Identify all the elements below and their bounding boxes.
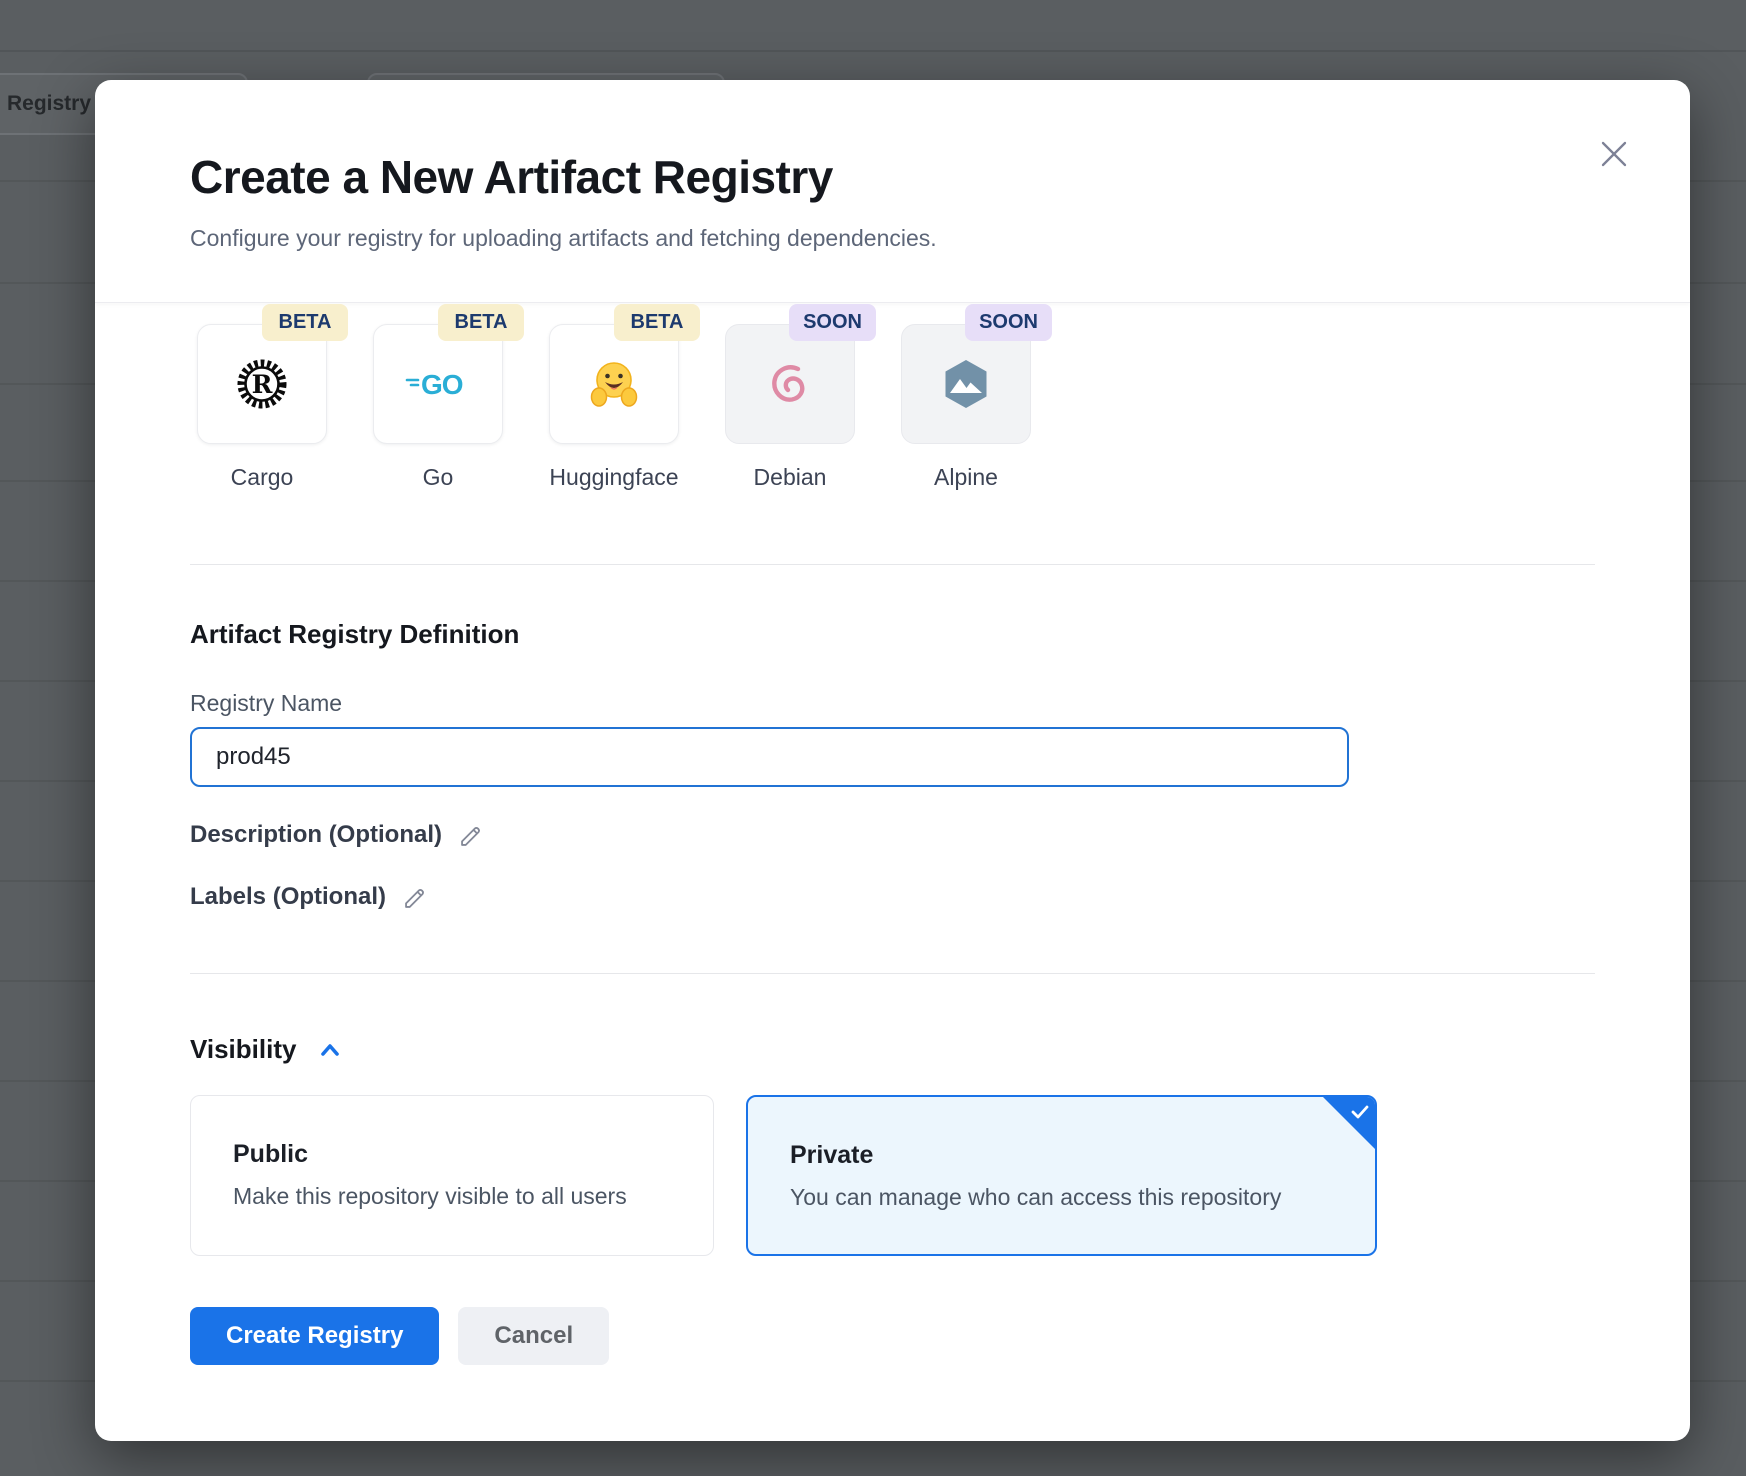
visibility-options: Public Make this repository visible to a…	[190, 1095, 1595, 1256]
background-topbar-divider	[0, 50, 1746, 52]
beta-badge: BETA	[438, 304, 524, 341]
definition-heading: Artifact Registry Definition	[190, 619, 1595, 650]
checkmark-icon	[1350, 1103, 1370, 1121]
labels-row: Labels (Optional)	[190, 881, 1595, 913]
alpine-card: SOON	[901, 324, 1031, 444]
type-label: Alpine	[901, 464, 1031, 491]
edit-description-button[interactable]	[458, 822, 485, 849]
registry-name-label: Registry Name	[190, 690, 1595, 717]
visibility-option-private[interactable]: Private You can manage who can access th…	[746, 1095, 1377, 1256]
section-divider	[190, 564, 1595, 565]
type-label: Cargo	[197, 464, 327, 491]
option-title: Private	[790, 1141, 1333, 1170]
registry-type-row: BETA R Cargo BETA	[197, 324, 1595, 491]
close-button[interactable]	[1594, 134, 1634, 174]
option-description: You can manage who can access this repos…	[790, 1184, 1333, 1211]
type-label: Debian	[725, 464, 855, 491]
visibility-heading-row: Visibility	[190, 1034, 1595, 1065]
collapse-visibility-button[interactable]	[318, 1040, 342, 1060]
svg-text:R: R	[252, 370, 273, 399]
alpine-logo-icon	[939, 357, 993, 411]
pencil-icon	[458, 822, 485, 849]
beta-badge: BETA	[262, 304, 348, 341]
cargo-card[interactable]: BETA R	[197, 324, 327, 444]
registry-type-go: BETA GO Go	[373, 324, 503, 491]
go-card[interactable]: BETA GO	[373, 324, 503, 444]
registry-name-input[interactable]	[190, 727, 1349, 787]
close-icon	[1596, 136, 1632, 172]
labels-label: Labels (Optional)	[190, 883, 386, 911]
visibility-option-public[interactable]: Public Make this repository visible to a…	[190, 1095, 714, 1256]
registry-type-debian: SOON Debian	[725, 324, 855, 491]
rust-logo-icon: R	[235, 357, 289, 411]
registry-type-huggingface: BETA Huggingface	[549, 324, 679, 491]
section-divider	[190, 973, 1595, 974]
modal-subtitle: Configure your registry for uploading ar…	[190, 223, 1595, 253]
description-row: Description (Optional)	[190, 819, 1595, 851]
pencil-icon	[402, 884, 429, 911]
go-logo-icon: GO	[405, 368, 471, 400]
cancel-button[interactable]: Cancel	[458, 1307, 609, 1365]
svg-text:GO: GO	[421, 369, 463, 400]
debian-card: SOON	[725, 324, 855, 444]
modal-title: Create a New Artifact Registry	[190, 150, 1595, 205]
registry-type-alpine: SOON Alpine	[901, 324, 1031, 491]
visibility-heading: Visibility	[190, 1034, 296, 1065]
modal-body: BETA R Cargo BETA	[95, 324, 1690, 1365]
modal-header: Create a New Artifact Registry Configure…	[95, 80, 1690, 303]
soon-badge: SOON	[789, 304, 876, 341]
option-title: Public	[233, 1140, 671, 1169]
type-label: Huggingface	[549, 464, 679, 491]
option-description: Make this repository visible to all user…	[233, 1183, 671, 1210]
description-label: Description (Optional)	[190, 821, 442, 849]
background-page-label: Registry	[7, 92, 91, 116]
create-registry-button[interactable]: Create Registry	[190, 1307, 439, 1365]
beta-badge: BETA	[614, 304, 700, 341]
chevron-up-icon	[318, 1040, 342, 1060]
soon-badge: SOON	[965, 304, 1052, 341]
create-registry-modal: Create a New Artifact Registry Configure…	[95, 80, 1690, 1441]
modal-actions: Create Registry Cancel	[190, 1307, 1595, 1365]
huggingface-card[interactable]: BETA	[549, 324, 679, 444]
type-label: Go	[373, 464, 503, 491]
huggingface-logo-icon	[586, 356, 642, 412]
edit-labels-button[interactable]	[402, 884, 429, 911]
debian-logo-icon	[763, 357, 817, 411]
registry-type-cargo: BETA R Cargo	[197, 324, 327, 491]
